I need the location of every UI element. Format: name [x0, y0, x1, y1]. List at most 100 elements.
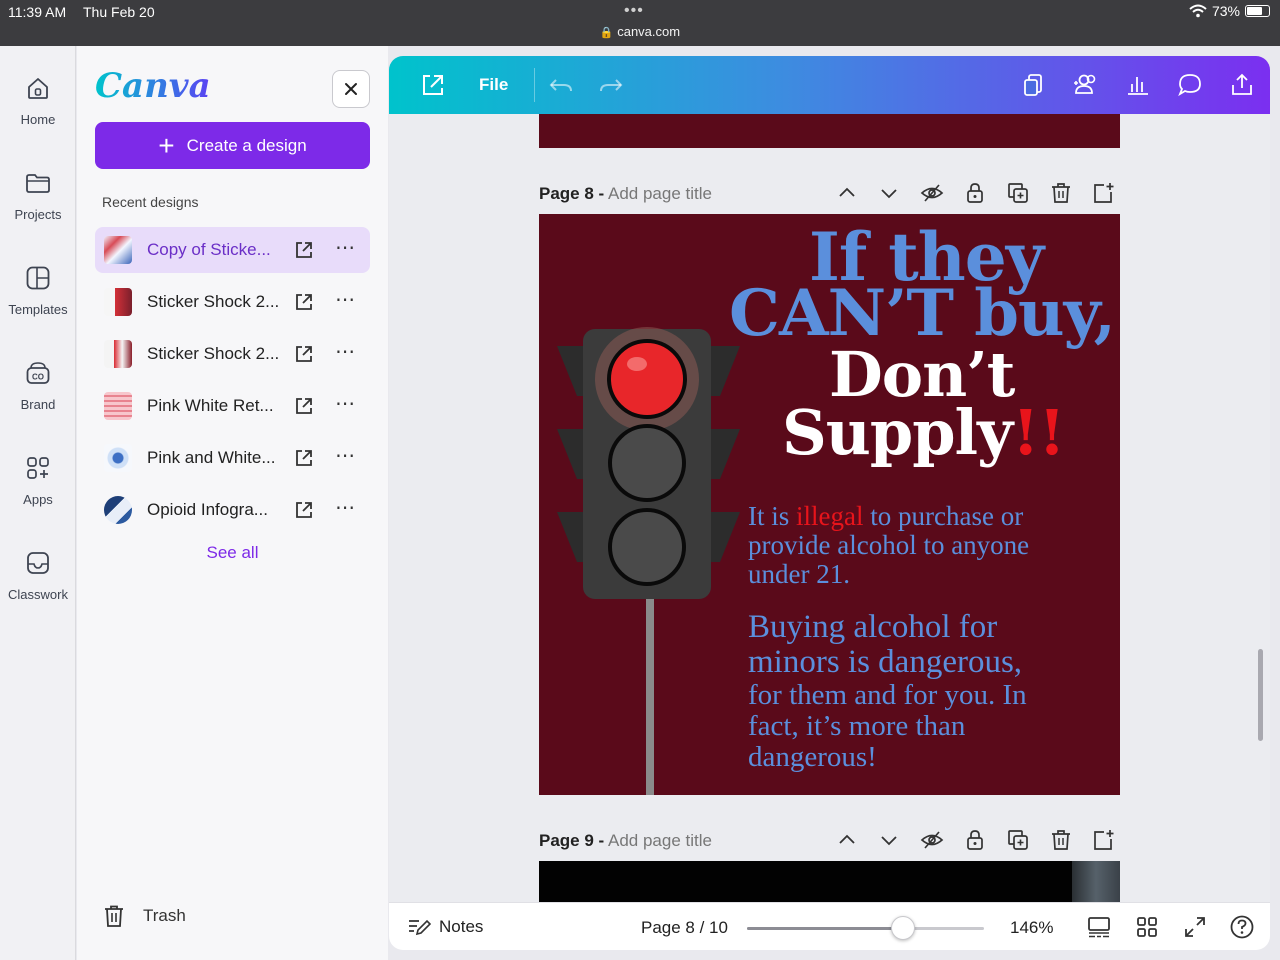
page-9-title[interactable]: Page 9 - Add page title: [539, 831, 712, 851]
recent-design-item[interactable]: Pink and White... ⋯: [95, 435, 370, 481]
zoom-level[interactable]: 146%: [1010, 918, 1053, 938]
lock-icon[interactable]: [963, 828, 987, 852]
recent-design-name: Opioid Infogra...: [147, 500, 268, 519]
nav-projects-label: Projects: [14, 207, 62, 222]
chevron-up-icon[interactable]: [835, 828, 859, 852]
nav-apps[interactable]: Apps: [0, 454, 76, 507]
classwork-icon: [27, 552, 49, 574]
zoom-slider-handle[interactable]: [891, 916, 915, 940]
more-options-icon[interactable]: ⋯: [335, 391, 356, 416]
create-design-button[interactable]: + Create a design: [95, 122, 370, 169]
paragraph-1[interactable]: It is illegal to purchase or provide alc…: [748, 502, 1029, 589]
paragraph-1-line-3: under 21.: [748, 559, 850, 589]
close-panel-button[interactable]: [332, 70, 370, 108]
nav-projects[interactable]: Projects: [0, 169, 76, 222]
page-indicator[interactable]: Page 8 / 10: [641, 918, 728, 938]
lock-icon[interactable]: [963, 181, 987, 205]
see-all-link[interactable]: See all: [77, 543, 388, 563]
recent-design-name: Pink White Ret...: [147, 396, 274, 415]
design-thumbnail: [104, 340, 132, 368]
duplicate-page-icon[interactable]: [1006, 181, 1030, 205]
recent-design-item[interactable]: Copy of Sticke... ⋯: [95, 227, 370, 273]
recent-design-item[interactable]: Pink White Ret... ⋯: [95, 383, 370, 429]
wifi-icon: [1189, 4, 1207, 18]
open-new-tab-icon[interactable]: [293, 395, 315, 417]
page-8-canvas[interactable]: If they CAN’T buy, Don’t Supply!! It is …: [539, 214, 1120, 795]
more-options-icon[interactable]: ⋯: [335, 443, 356, 468]
trash-icon: [105, 905, 123, 927]
share-upload-icon[interactable]: [1228, 71, 1256, 99]
browser-menu-dots[interactable]: •••: [624, 2, 644, 20]
recent-design-name: Sticker Shock 2...: [147, 292, 280, 311]
editor-toolbar: File: [389, 56, 1270, 114]
page-8-title[interactable]: Page 8 - Add page title: [539, 184, 712, 204]
more-options-icon[interactable]: ⋯: [335, 287, 356, 312]
address-bar[interactable]: 🔒 canva.com: [0, 24, 1280, 39]
duplicate-page-icon[interactable]: [1006, 828, 1030, 852]
para1-text: It is: [748, 501, 797, 531]
nav-classwork[interactable]: Classwork: [0, 549, 76, 602]
canva-logo[interactable]: Canva: [95, 66, 211, 106]
folder-icon: [26, 174, 50, 193]
page-7-preview[interactable]: [539, 114, 1120, 148]
delete-page-icon[interactable]: [1049, 828, 1073, 852]
recent-design-item[interactable]: Sticker Shock 2... ⋯: [95, 279, 370, 325]
page-8-label: Page 8 -: [539, 184, 605, 203]
hide-page-icon[interactable]: [920, 828, 944, 852]
recent-design-item[interactable]: Opioid Infogra... ⋯: [95, 487, 370, 533]
comment-icon[interactable]: [1176, 71, 1204, 99]
vertical-scrollbar[interactable]: [1258, 649, 1263, 741]
help-icon[interactable]: [1229, 914, 1255, 940]
chevron-down-icon[interactable]: [877, 828, 901, 852]
nav-templates-label: Templates: [8, 302, 68, 317]
resize-copy-icon[interactable]: [1020, 71, 1048, 99]
open-new-tab-icon[interactable]: [293, 291, 315, 313]
status-time: 11:39 AM: [8, 4, 67, 20]
page-view-icon[interactable]: [1086, 914, 1112, 940]
close-icon: [345, 83, 357, 95]
open-new-tab-icon[interactable]: [293, 239, 315, 261]
templates-icon: [26, 266, 50, 290]
ios-status-bar: 11:39 AM Thu Feb 20 ••• 🔒 canva.com 73%: [0, 0, 1280, 46]
page-8-header: Page 8 - Add page title: [539, 178, 1120, 208]
add-page-icon[interactable]: [1091, 828, 1115, 852]
nav-brand[interactable]: CO Brand: [0, 359, 76, 412]
open-new-tab-icon[interactable]: [293, 499, 315, 521]
paragraph-2[interactable]: Buying alcohol for minors is dangerous, …: [748, 610, 1027, 773]
nav-home[interactable]: Home: [0, 74, 76, 127]
nav-templates[interactable]: Templates: [0, 264, 76, 317]
recent-design-name: Copy of Sticke...: [147, 240, 271, 259]
share-people-icon[interactable]: [1072, 71, 1100, 99]
brand-icon: CO: [26, 362, 50, 384]
more-options-icon[interactable]: ⋯: [335, 495, 356, 520]
headline-line-4[interactable]: Supply!!: [782, 396, 1066, 469]
more-options-icon[interactable]: ⋯: [335, 235, 356, 260]
more-options-icon[interactable]: ⋯: [335, 339, 356, 364]
toolbar-divider: [534, 68, 535, 102]
notes-button[interactable]: Notes: [407, 916, 483, 938]
hide-page-icon[interactable]: [920, 181, 944, 205]
add-page-icon[interactable]: [1091, 181, 1115, 205]
zoom-slider[interactable]: [747, 916, 984, 940]
headline-supply: Supply: [782, 396, 1013, 469]
insights-chart-icon[interactable]: [1124, 71, 1152, 99]
redo-icon[interactable]: [597, 71, 625, 99]
status-date: Thu Feb 20: [83, 4, 155, 20]
open-new-tab-icon[interactable]: [293, 447, 315, 469]
chevron-up-icon[interactable]: [835, 181, 859, 205]
undo-icon[interactable]: [547, 71, 575, 99]
notes-label: Notes: [439, 917, 484, 936]
file-menu-button[interactable]: File: [479, 75, 508, 95]
paragraph-1-line-1: It is illegal to purchase or: [748, 502, 1029, 531]
paragraph-2-line-5: dangerous!: [748, 741, 877, 773]
editor-area: File Page 8 - Add page title If they CAN…: [389, 56, 1270, 950]
open-new-tab-icon[interactable]: [293, 343, 315, 365]
delete-page-icon[interactable]: [1049, 181, 1073, 205]
chevron-down-icon[interactable]: [877, 181, 901, 205]
paragraph-2-line-2: minors is dangerous,: [748, 644, 1023, 680]
grid-view-icon[interactable]: [1134, 914, 1160, 940]
trash-button[interactable]: Trash: [103, 904, 186, 928]
fullscreen-icon[interactable]: [1182, 914, 1208, 940]
open-new-tab-icon[interactable]: [419, 71, 447, 99]
recent-design-item[interactable]: Sticker Shock 2... ⋯: [95, 331, 370, 377]
